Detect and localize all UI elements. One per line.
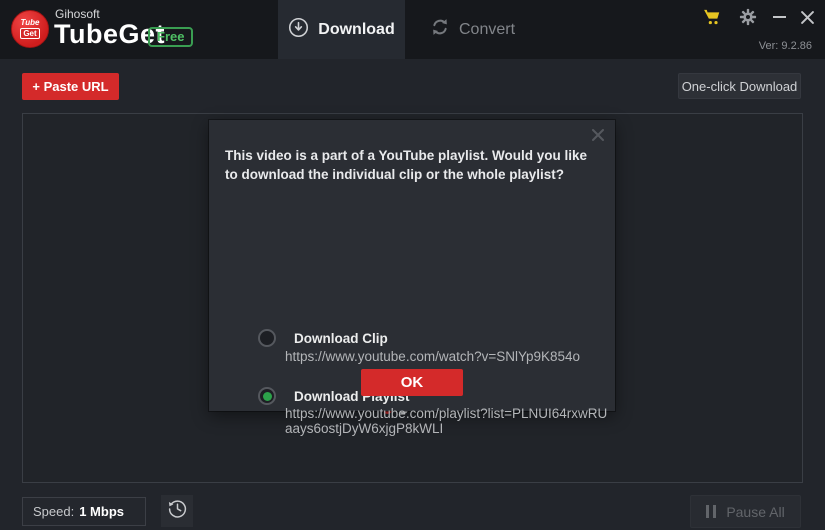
- pause-all-button[interactable]: Pause All: [690, 495, 801, 528]
- title-bar: Tube Get Gihosoft TubeGet Free Download …: [0, 0, 825, 59]
- clip-url: https://www.youtube.com/watch?v=SNlYp9K8…: [285, 349, 610, 364]
- free-badge: Free: [148, 27, 193, 47]
- speed-selector[interactable]: Speed: 1 Mbps: [22, 497, 146, 526]
- minimize-icon[interactable]: [769, 7, 789, 27]
- pause-icon: [706, 505, 716, 518]
- clock-history-icon: [167, 498, 188, 524]
- playlist-choice-dialog: This video is a part of a YouTube playli…: [209, 120, 615, 411]
- radio-download-clip[interactable]: [258, 329, 276, 347]
- tab-download-label: Download: [318, 21, 394, 39]
- dialog-message: This video is a part of a YouTube playli…: [225, 146, 601, 184]
- cart-icon[interactable]: [702, 7, 722, 27]
- convert-refresh-icon: [430, 17, 450, 42]
- one-click-download-button[interactable]: One-click Download: [678, 73, 801, 99]
- dialog-close-icon[interactable]: [590, 127, 606, 143]
- download-clip-option[interactable]: Download Clip: [258, 329, 388, 347]
- download-circle-icon: [288, 17, 309, 43]
- tab-convert[interactable]: Convert: [405, 0, 540, 59]
- schedule-history-button[interactable]: [161, 495, 193, 527]
- logo-text-top: Tube: [21, 19, 40, 27]
- close-window-icon[interactable]: [797, 7, 817, 27]
- logo-text-bottom: Get: [20, 28, 39, 39]
- tab-convert-label: Convert: [459, 21, 515, 39]
- ok-button[interactable]: OK: [361, 369, 463, 396]
- tab-download[interactable]: Download: [278, 0, 405, 59]
- pause-all-label: Pause All: [726, 504, 784, 520]
- version-label: Ver: 9.2.86: [759, 40, 812, 52]
- radio-download-playlist[interactable]: [258, 387, 276, 405]
- settings-gear-icon[interactable]: [738, 7, 758, 27]
- playlist-url: https://www.youtube.com/playlist?list=PL…: [285, 406, 610, 436]
- download-clip-label: Download Clip: [294, 331, 388, 346]
- speed-label: Speed:: [33, 504, 74, 519]
- paste-url-button[interactable]: + Paste URL: [22, 73, 119, 100]
- speed-value: 1 Mbps: [79, 504, 124, 519]
- tubeget-logo-icon: Tube Get: [11, 10, 49, 48]
- tubeget-window: Tube Get Gihosoft TubeGet Free Download …: [0, 0, 825, 530]
- window-controls: Ver: 9.2.86: [665, 0, 825, 59]
